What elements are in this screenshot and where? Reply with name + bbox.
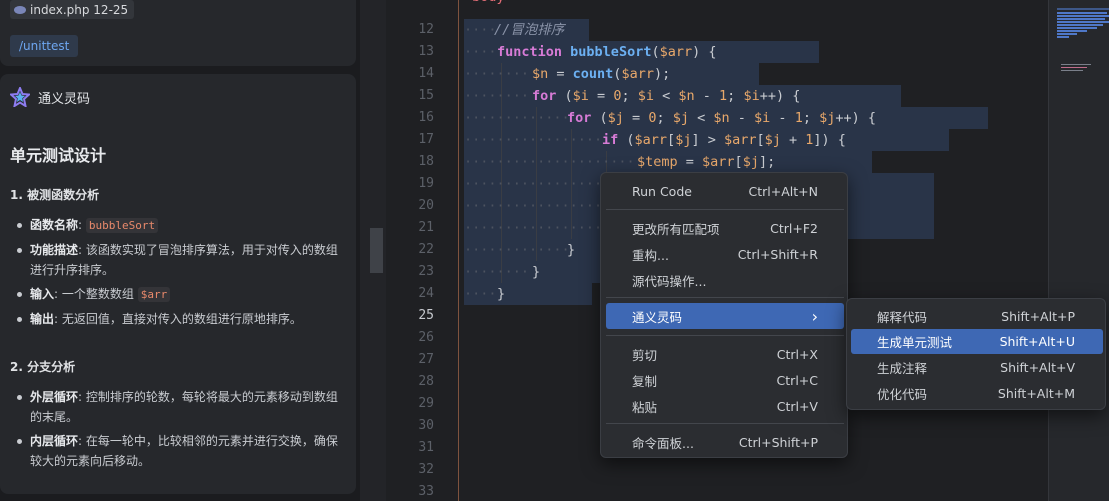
whitespace-dots: ·················: [464, 132, 603, 148]
menu-item-tongyi-lingma[interactable]: 通义灵码 ›: [606, 303, 844, 329]
code-line: 33: [386, 481, 1048, 501]
code-text: }: [497, 286, 506, 302]
line-number: 18: [418, 154, 434, 169]
line-number: 27: [418, 352, 434, 367]
tongyi-logo-icon: [10, 87, 30, 107]
chevron-right-icon: ›: [811, 306, 818, 326]
menu-divider: [606, 209, 844, 210]
line-number: 30: [418, 418, 434, 433]
menu-divider: [606, 335, 844, 336]
line-number: 28: [418, 374, 434, 389]
code-text: //冒泡排序: [494, 22, 565, 38]
code-line: 18 $temp = $arr[$j]; ·····················: [386, 151, 1048, 173]
line-number: 17: [418, 132, 434, 147]
assistant-header: 通义灵码: [10, 87, 90, 107]
code-line: 15 for ($i = 0; $i < $n - 1; $i++) {·····…: [386, 85, 1048, 107]
whitespace-dots: ····: [464, 44, 497, 60]
code-line: 16 for ($j = 0; $j < $n - $i - 1; $j++) {…: [386, 107, 1048, 129]
line-number: 20: [418, 198, 434, 213]
menu-item-copy[interactable]: 复制 Ctrl+C: [606, 367, 844, 393]
line-number: 21: [418, 220, 434, 235]
list-item: 输入: 一个整数数组 $arr: [14, 284, 344, 305]
line-number: 12: [418, 22, 434, 37]
line-number: 33: [418, 484, 434, 499]
code-text: $temp = $arr[$j];: [637, 154, 776, 170]
menu-item-cut[interactable]: 剪切 Ctrl+X: [606, 341, 844, 367]
file-reference-chip[interactable]: index.php 12-25: [10, 0, 135, 19]
menu-item-change-all-occurrences[interactable]: 更改所有匹配项 Ctrl+F2: [606, 215, 844, 241]
section-title: 2. 分支分析: [10, 360, 76, 374]
inline-code: $arr: [137, 287, 171, 302]
list-item: 输出: 无返回值，直接对传入的数组进行原地排序。: [14, 309, 344, 329]
line-number: 24: [418, 286, 434, 301]
user-message-card: index.php 12-25 /unittest: [0, 0, 356, 66]
response-heading: 单元测试设计: [10, 146, 107, 165]
section-title: 1. 被测函数分析: [10, 188, 100, 202]
whitespace-dots: ·············: [464, 242, 570, 258]
editor-context-menu: Run Code Ctrl+Alt+N 更改所有匹配项 Ctrl+F2 重构... C…: [600, 172, 848, 458]
menu-divider: [606, 297, 844, 298]
line-number: 25: [418, 308, 434, 323]
code-line: 12 //冒泡排序 ····: [386, 19, 1048, 41]
branch-analysis-list: 外层循环: 控制排序的轮数，每轮将最大的元素移动到数组的末尾。 内层循环: 在每…: [14, 387, 344, 475]
whitespace-dots: ····: [464, 286, 497, 302]
scrollbar-thumb[interactable]: [370, 228, 383, 273]
code-text: function bubbleSort($arr) {: [497, 44, 717, 60]
assistant-message-card: 通义灵码 单元测试设计 1. 被测函数分析 函数名称: bubbleSort 功…: [0, 74, 356, 494]
code-text: }: [532, 264, 541, 280]
code-text: $n = count($arr);: [532, 66, 671, 82]
line-number: 13: [418, 44, 434, 59]
submenu-item-optimize-code[interactable]: 优化代码 Shift+Alt+M: [851, 381, 1103, 406]
submenu-item-explain-code[interactable]: 解释代码 Shift+Alt+P: [851, 304, 1103, 329]
line-number: 15: [418, 88, 434, 103]
inline-code: bubbleSort: [85, 218, 159, 233]
line-number: 14: [418, 66, 434, 81]
code-text: for ($j = 0; $j < $n - $i - 1; $j++) {: [567, 110, 876, 126]
code-line: 13 function bubbleSort($arr) {····: [386, 41, 1048, 63]
submenu-item-generate-unit-test[interactable]: 生成单元测试 Shift+Alt+U: [851, 329, 1103, 354]
menu-item-paste[interactable]: 粘贴 Ctrl+V: [606, 393, 844, 419]
line-number: 22: [418, 242, 434, 257]
menu-item-command-palette[interactable]: 命令面板... Ctrl+Shift+P: [606, 429, 844, 455]
whitespace-dots: ········: [464, 88, 530, 104]
whitespace-dots: ·····················: [464, 154, 635, 170]
menu-item-run-code[interactable]: Run Code Ctrl+Alt+N: [606, 178, 844, 204]
command-chip[interactable]: /unittest: [10, 35, 79, 57]
code-text: for ($i = 0; $i < $n - 1; $i++) {: [532, 88, 801, 104]
whitespace-dots: ········: [464, 264, 530, 280]
php-file-icon: [14, 5, 26, 14]
assistant-name: 通义灵码: [38, 91, 91, 107]
list-item: 外层循环: 控制排序的轮数，每轮将最大的元素移动到数组的末尾。: [14, 387, 344, 427]
file-reference-label: index.php 12-25: [30, 2, 129, 17]
code-line: 8 <body>: [386, 0, 1048, 8]
chat-panel: index.php 12-25 /unittest 通义灵码 单元测试设计 1.…: [0, 0, 360, 501]
line-number: 16: [418, 110, 434, 125]
menu-divider: [606, 423, 844, 424]
minimap[interactable]: [1048, 0, 1109, 501]
function-analysis-list: 函数名称: bubbleSort 功能描述: 该函数实现了冒泡排序算法，用于对传…: [14, 215, 344, 333]
menu-item-source-action[interactable]: 源代码操作...: [606, 267, 844, 293]
menu-item-refactor[interactable]: 重构... Ctrl+Shift+R: [606, 241, 844, 267]
code-text: if ($arr[$j] > $arr[$j + 1]) {: [602, 132, 846, 148]
code-line: 17 if ($arr[$j] > $arr[$j + 1]) {········…: [386, 129, 1048, 151]
list-item: 功能描述: 该函数实现了冒泡排序算法，用于对传入的数组进行升序排序。: [14, 240, 344, 280]
whitespace-dots: ········: [464, 66, 530, 82]
whitespace-dots: ····: [464, 22, 497, 38]
tongyi-submenu: 解释代码 Shift+Alt+P 生成单元测试 Shift+Alt+U 生成注释 Sh…: [846, 298, 1106, 410]
line-number: 19: [418, 176, 434, 191]
code-text: <body>: [464, 0, 513, 8]
panel-scrollbar[interactable]: [360, 0, 386, 501]
code-line: 32: [386, 459, 1048, 481]
line-number: 29: [418, 396, 434, 411]
list-item: 内层循环: 在每一轮中，比较相邻的元素并进行交换，确保较大的元素向后移动。: [14, 431, 344, 471]
whitespace-dots: ·············: [464, 110, 570, 126]
line-number: 23: [418, 264, 434, 279]
list-item: 函数名称: bubbleSort: [14, 215, 344, 236]
line-number: 26: [418, 330, 434, 345]
submenu-item-generate-comment[interactable]: 生成注释 Shift+Alt+V: [851, 355, 1103, 380]
line-number: 31: [418, 440, 434, 455]
code-line: 14 $n = count($arr); ········: [386, 63, 1048, 85]
line-number: 32: [418, 462, 434, 477]
